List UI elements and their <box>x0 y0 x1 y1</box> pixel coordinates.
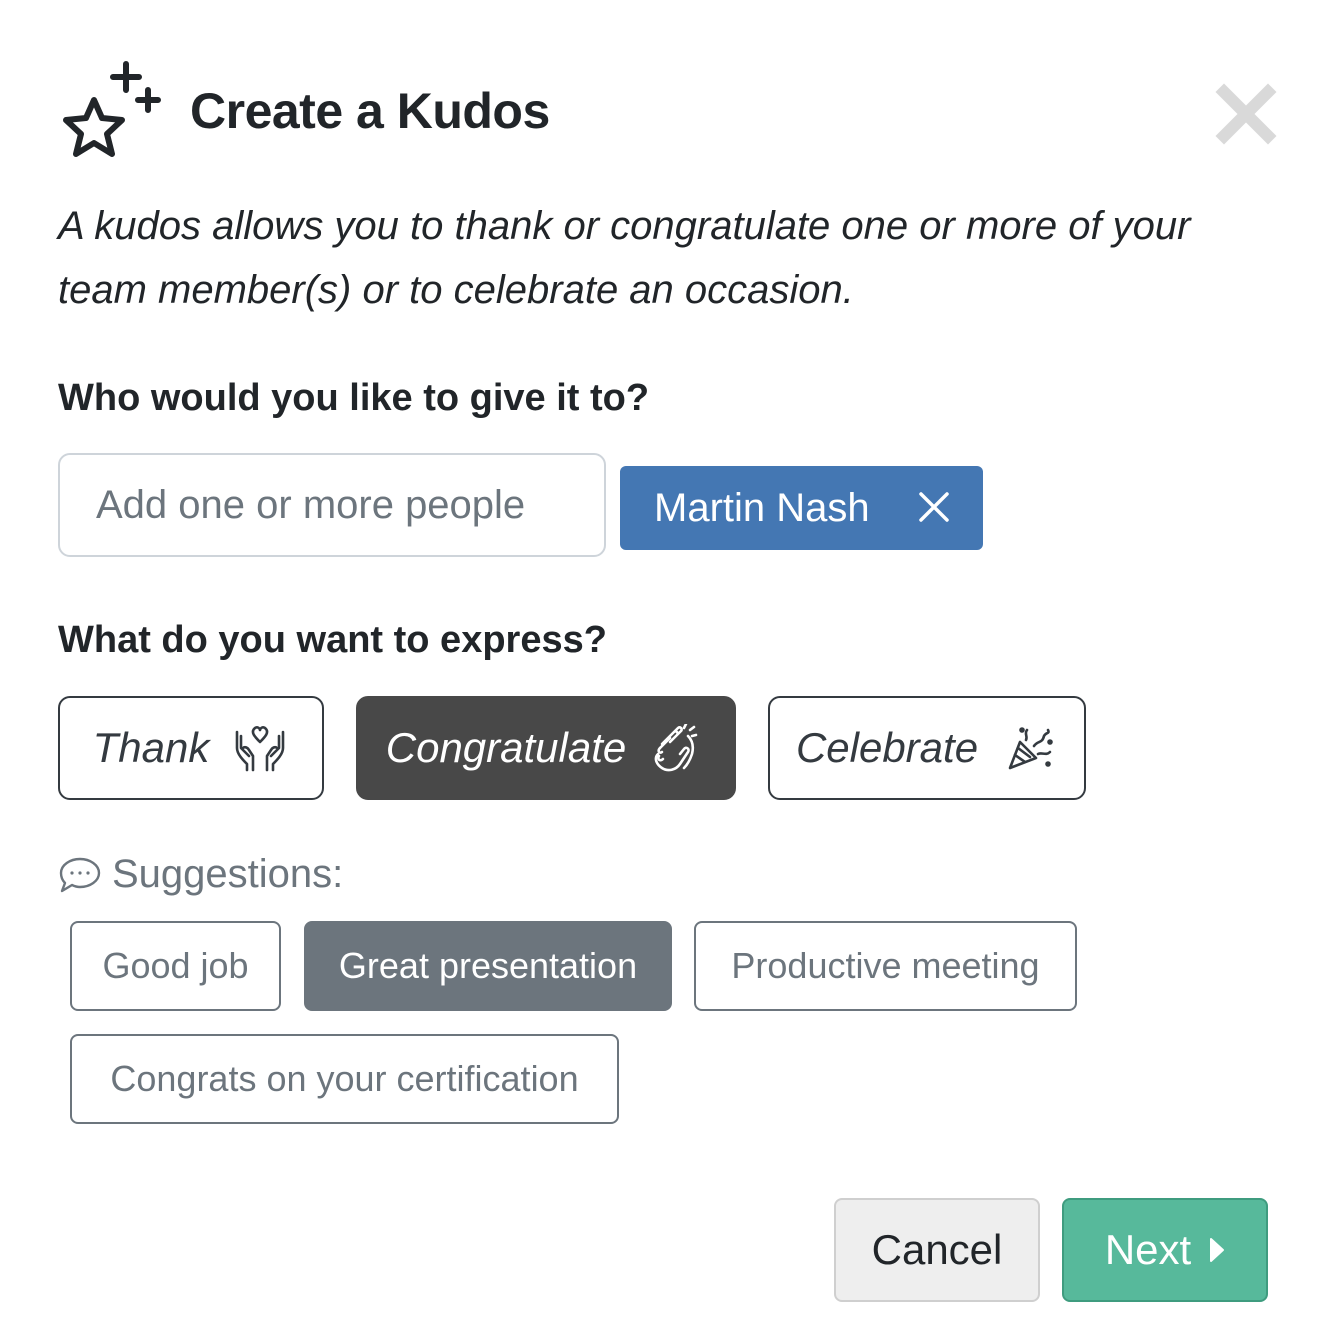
people-search-input[interactable] <box>58 453 606 557</box>
dialog-description: A kudos allows you to thank or congratul… <box>58 204 1191 312</box>
close-icon <box>919 492 949 522</box>
express-option-label: Congratulate <box>385 724 627 771</box>
cancel-button[interactable]: Cancel <box>834 1198 1040 1302</box>
suggestion-productive-meeting[interactable]: Productive meeting <box>694 921 1077 1011</box>
clapping-hands-icon <box>654 724 698 772</box>
next-button[interactable]: Next <box>1062 1198 1268 1302</box>
next-button-label: Next <box>1104 1226 1192 1273</box>
express-option-label: Celebrate <box>795 724 979 771</box>
recipient-chip: Martin Nash <box>620 466 983 550</box>
suggestions-header: Suggestions: <box>58 852 343 897</box>
close-icon <box>1215 83 1277 145</box>
express-label: What do you want to express? <box>58 619 607 661</box>
dialog-title: Create a Kudos <box>190 83 550 139</box>
express-option-celebrate[interactable]: Celebrate <box>768 696 1086 800</box>
recipients-label: Who would you like to give it to? <box>58 377 650 419</box>
recipient-name: Martin Nash <box>654 485 870 530</box>
suggestion-good-job[interactable]: Good job <box>70 921 281 1011</box>
express-option-congratulate[interactable]: Congratulate <box>356 696 736 800</box>
suggestions-label: Suggestions: <box>112 852 344 896</box>
speech-bubble-icon <box>59 857 101 892</box>
close-button[interactable] <box>1214 82 1278 146</box>
express-option-thank[interactable]: Thank <box>58 696 324 800</box>
suggestion-congrats-certification[interactable]: Congrats on your certification <box>70 1034 619 1124</box>
star-sparkle-icon <box>56 58 162 166</box>
party-popper-icon <box>1008 727 1053 770</box>
express-option-label: Thank <box>92 724 210 771</box>
suggestion-great-presentation[interactable]: Great presentation <box>304 921 672 1011</box>
hands-heart-icon <box>236 726 285 772</box>
remove-recipient-button[interactable] <box>911 484 957 530</box>
caret-right-icon <box>1210 1238 1225 1262</box>
